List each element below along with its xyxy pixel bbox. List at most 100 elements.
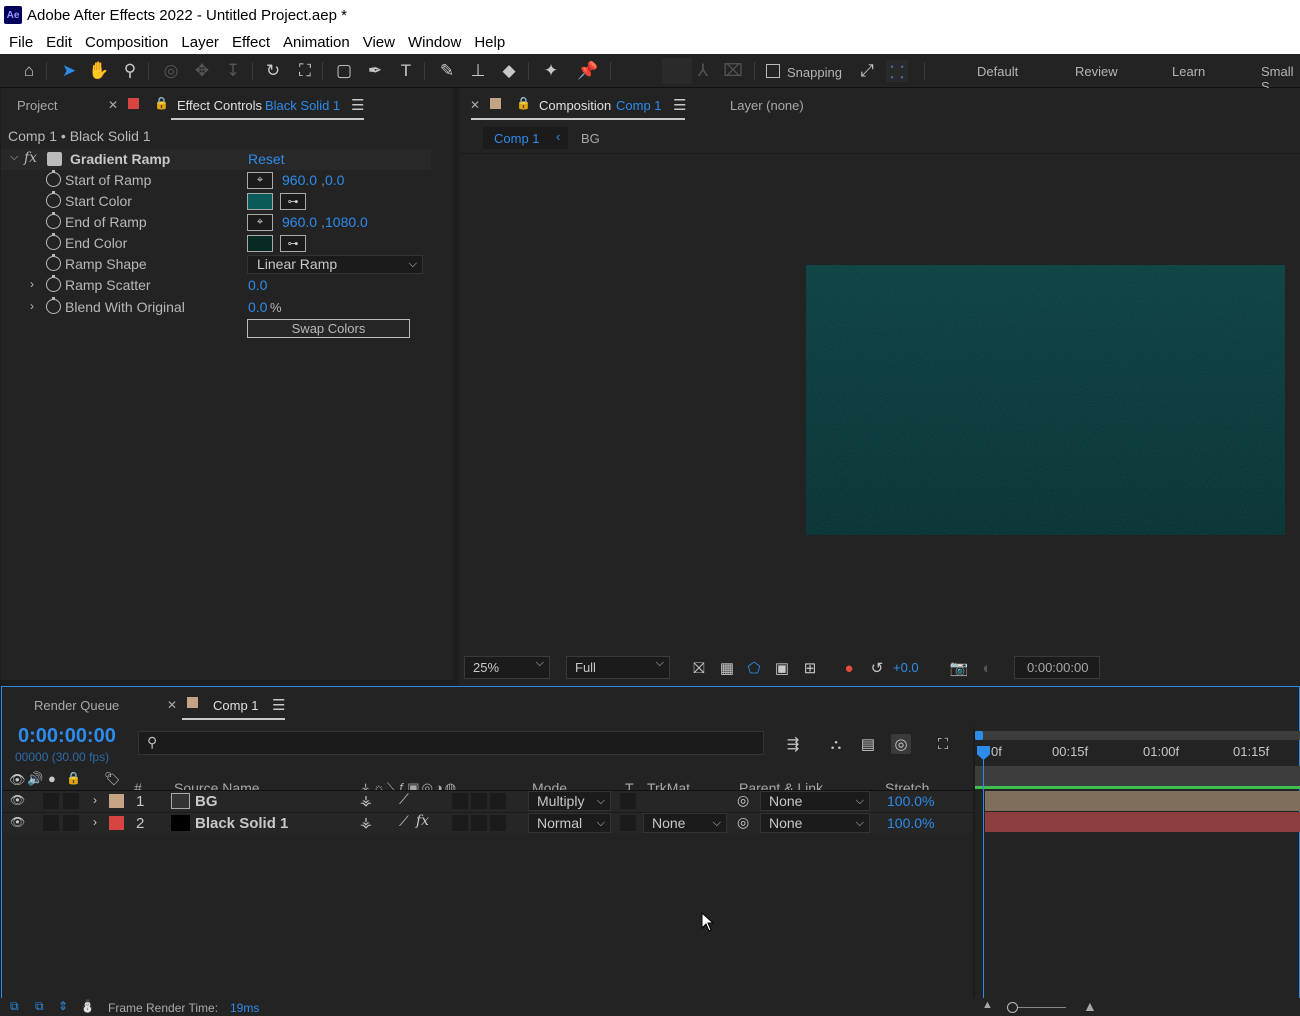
mode-dropdown[interactable]: Normal ⌵ — [528, 813, 611, 833]
chevron-right-icon[interactable]: › — [30, 299, 34, 313]
chevron-right-icon[interactable]: › — [93, 815, 97, 829]
dolly-camera-icon[interactable]: ↧ — [222, 60, 244, 82]
fx-icon[interactable]: fx — [416, 813, 429, 829]
home-icon[interactable]: ⌂ — [18, 60, 40, 82]
close-tab-icon[interactable]: ✕ — [167, 698, 177, 712]
zoom-dropdown[interactable]: 25% ⌵ — [464, 656, 550, 679]
crosshair-icon[interactable]: ⌖ — [247, 214, 273, 231]
stopwatch-icon[interactable] — [46, 212, 61, 229]
crosshair-icon[interactable]: ⌖ — [247, 172, 273, 189]
panel-menu-icon[interactable]: ☰ — [673, 96, 686, 114]
snapping-checkbox[interactable] — [766, 64, 780, 78]
close-tab-icon[interactable]: ✕ — [108, 98, 118, 112]
chevron-down-icon[interactable]: ⌵ — [10, 151, 18, 164]
tab-project[interactable]: Project — [17, 98, 57, 113]
channel-rgb-icon[interactable]: ● — [839, 658, 859, 678]
reset-exposure-icon[interactable]: ↺ — [867, 658, 887, 678]
quality-switch-icon[interactable]: ⟋ — [399, 791, 409, 808]
chevron-right-icon[interactable]: › — [93, 793, 97, 807]
selection-tool-icon[interactable]: ➤ — [58, 60, 80, 82]
stopwatch-icon[interactable] — [46, 191, 61, 208]
lock-icon[interactable]: 🔒 — [516, 96, 531, 110]
breadcrumb-comp[interactable]: Comp 1 — [494, 131, 540, 146]
fast-previews-icon[interactable]: ⛝ — [689, 658, 709, 678]
menu-view[interactable]: View — [363, 34, 395, 51]
menu-help[interactable]: Help — [474, 34, 505, 51]
menu-effect[interactable]: Effect — [232, 34, 270, 51]
transfer-controls-icon[interactable]: ⧉ — [35, 999, 44, 1014]
start-of-ramp-y[interactable]: 0.0 — [325, 172, 344, 188]
workspace-review[interactable]: Review — [1075, 64, 1118, 79]
layer-search-input[interactable]: ⚲ — [138, 731, 764, 755]
menu-window[interactable]: Window — [408, 34, 461, 51]
exposure-value[interactable]: +0.0 — [893, 660, 919, 675]
rectangle-tool-icon[interactable]: ▢ — [333, 60, 355, 82]
clone-stamp-tool-icon[interactable]: ⊥ — [467, 60, 489, 82]
zoom-out-icon[interactable]: ▲ — [982, 999, 993, 1011]
lock-icon[interactable]: 🔒 — [154, 96, 169, 110]
menu-layer[interactable]: Layer — [181, 34, 219, 51]
workspace-default[interactable]: Default — [977, 64, 1018, 79]
workspace-learn[interactable]: Learn — [1172, 64, 1205, 79]
pan-camera-icon[interactable]: ✥ — [191, 60, 213, 82]
stopwatch-icon[interactable] — [46, 275, 61, 292]
eraser-tool-icon[interactable]: ◆ — [498, 60, 520, 82]
close-tab-icon[interactable]: ✕ — [470, 98, 480, 112]
frame-blending-icon[interactable]: ▤ — [858, 734, 878, 754]
in-out-icon[interactable]: ⇕ — [58, 999, 68, 1013]
breadcrumb-layer[interactable]: BG — [581, 131, 600, 146]
tab-composition-target[interactable]: Comp 1 — [616, 98, 662, 113]
reset-link[interactable]: Reset — [248, 151, 285, 167]
start-of-ramp-x[interactable]: 960.0 — [282, 172, 317, 188]
roto-brush-tool-icon[interactable]: ✦ — [540, 60, 562, 82]
type-tool-icon[interactable]: T — [395, 60, 417, 82]
stretch-value[interactable]: 100.0% — [887, 815, 934, 831]
shy-switch-icon[interactable]: ⚶ — [360, 792, 372, 809]
view-axis-mode-icon[interactable]: ⌧ — [722, 60, 744, 82]
layer-switches-icon[interactable]: ⧉ — [10, 999, 19, 1014]
work-area-bar[interactable] — [975, 731, 1300, 740]
menu-edit[interactable]: Edit — [46, 34, 72, 51]
layer-name[interactable]: BG — [195, 793, 218, 810]
trkmat-dropdown[interactable]: None ⌵ — [643, 813, 727, 833]
zoom-slider-handle[interactable] — [1007, 1002, 1018, 1013]
eyedropper-icon[interactable]: ⊶ — [280, 235, 306, 252]
parent-dropdown[interactable]: None ⌵ — [760, 813, 870, 833]
stopwatch-icon[interactable] — [46, 170, 61, 187]
zoom-tool-icon[interactable]: ⚲ — [119, 60, 141, 82]
show-snapshot-icon[interactable]: ◐ — [977, 658, 997, 678]
start-color-swatch[interactable] — [247, 193, 273, 210]
layer-label-color[interactable] — [109, 794, 124, 808]
composition-canvas[interactable] — [806, 265, 1285, 535]
transparency-grid-icon[interactable]: ▦ — [717, 658, 737, 678]
grid-guides-icon[interactable]: ⊞ — [800, 658, 820, 678]
hand-tool-icon[interactable]: ✋ — [88, 60, 110, 82]
fx-icon[interactable]: fx — [24, 150, 37, 166]
region-of-interest-icon[interactable]: ▣ — [772, 658, 792, 678]
layer-name[interactable]: Black Solid 1 — [195, 815, 288, 832]
zoom-in-icon[interactable]: ▲ — [1083, 998, 1097, 1014]
brush-tool-icon[interactable]: ✎ — [436, 60, 458, 82]
composition-mini-flowchart-icon[interactable]: ⇶ — [783, 734, 803, 754]
resolution-dropdown[interactable]: Full ⌵ — [566, 656, 670, 679]
pick-whip-icon[interactable]: ◎ — [737, 792, 749, 809]
layer-label-color[interactable] — [109, 816, 124, 830]
tab-effect-controls[interactable]: Effect Controls — [177, 98, 262, 113]
swap-colors-button[interactable]: Swap Colors — [247, 319, 410, 338]
render-time-icon[interactable]: ⛄ — [80, 999, 95, 1013]
menu-animation[interactable]: Animation — [283, 34, 350, 51]
end-of-ramp-x[interactable]: 960.0 — [282, 214, 317, 230]
panel-menu-icon[interactable]: ☰ — [351, 96, 364, 114]
tab-comp-1[interactable]: Comp 1 — [213, 698, 259, 713]
ramp-shape-dropdown[interactable]: Linear Ramp ⌵ — [247, 255, 423, 274]
eyedropper-icon[interactable]: ⊶ — [280, 193, 306, 210]
draft-3d-icon[interactable]: ⛬ — [826, 734, 846, 754]
pick-whip-icon[interactable]: ◎ — [737, 814, 749, 831]
viewer-timecode[interactable]: 0:00:00:00 — [1014, 656, 1100, 679]
rotation-tool-icon[interactable]: ↻ — [262, 60, 284, 82]
layer-bar-1[interactable] — [985, 791, 1300, 811]
snapshot-camera-icon[interactable]: 📷 — [949, 658, 969, 678]
snap-features-icon[interactable]: ⸬ — [886, 60, 908, 82]
pen-tool-icon[interactable]: ✒ — [364, 60, 386, 82]
mask-visibility-icon[interactable]: ⬠ — [744, 658, 764, 678]
